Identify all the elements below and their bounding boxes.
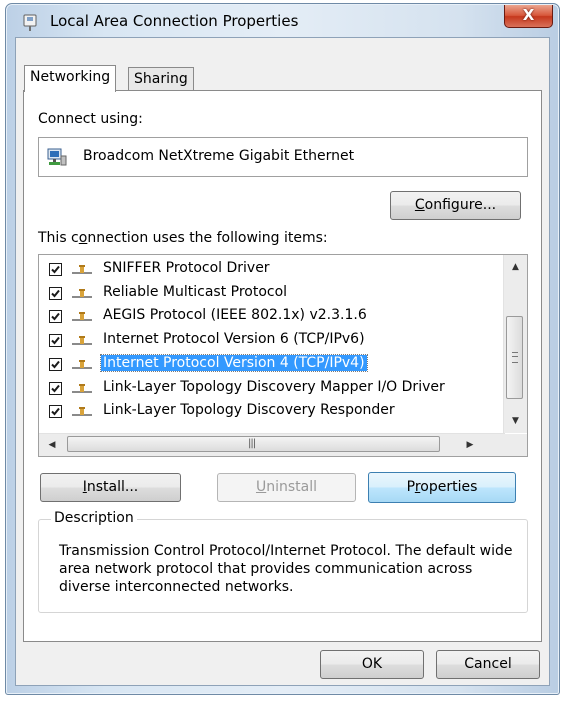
items-list[interactable]: SNIFFER Protocol Driver Reliable Multicas…: [38, 254, 528, 457]
grip-icon: |||: [248, 438, 256, 449]
grip-icon: [512, 352, 518, 363]
checkmark-icon: [51, 265, 60, 274]
protocol-icon: [72, 359, 92, 369]
scroll-up-icon[interactable]: ▲: [504, 257, 527, 277]
item-label: Internet Protocol Version 6 (TCP/IPv6): [103, 331, 365, 348]
item-checkbox[interactable]: [49, 334, 62, 348]
title-bar[interactable]: Local Area Connection Properties X: [6, 4, 559, 40]
item-checkbox[interactable]: [49, 286, 62, 300]
protocol-icon: [72, 336, 92, 346]
description-group: Description Transmission Control Protoco…: [38, 510, 528, 613]
network-connection-icon: [23, 14, 37, 31]
close-button[interactable]: X: [504, 5, 553, 28]
horizontal-scroll-thumb[interactable]: |||: [67, 436, 440, 452]
protocol-icon: [72, 312, 92, 322]
list-item[interactable]: Link-Layer Topology Discovery Responder: [39, 401, 491, 424]
button-access-key: C: [414, 197, 425, 213]
vertical-scrollbar[interactable]: ▲ ▼: [503, 255, 527, 433]
network-adapter-icon: [47, 148, 67, 166]
checkmark-icon: [51, 289, 60, 298]
list-item[interactable]: Reliable Multicast Protocol: [39, 283, 491, 306]
list-item[interactable]: Internet Protocol Version 4 (TCP/IPv4): [39, 353, 491, 377]
vertical-scroll-thumb[interactable]: [506, 316, 523, 399]
window-title: Local Area Connection Properties: [50, 12, 299, 30]
item-checkbox[interactable]: [49, 381, 62, 395]
tab-sharing[interactable]: Sharing: [128, 67, 194, 92]
protocol-icon: [72, 383, 92, 393]
list-item[interactable]: Internet Protocol Version 6 (TCP/IPv6): [39, 330, 491, 353]
item-label: Reliable Multicast Protocol: [103, 283, 288, 300]
horizontal-scrollbar[interactable]: ◀ ||| ▶: [39, 433, 505, 456]
item-label: Link-Layer Topology Discovery Mapper I/O…: [103, 378, 445, 395]
item-label: Internet Protocol Version 4 (TCP/IPv4): [100, 353, 368, 372]
scrollbar-corner: [504, 434, 527, 456]
items-label-text: This c: [38, 230, 79, 246]
adapter-field: Broadcom NetXtreme Gigabit Ethernet: [38, 137, 528, 177]
description-legend: Description: [51, 510, 137, 526]
list-item[interactable]: SNIFFER Protocol Driver: [39, 259, 491, 282]
button-access-key: U: [255, 479, 267, 495]
button-label: nstall...: [86, 479, 139, 495]
tab-label: Networking: [30, 69, 111, 85]
tab-label: Sharing: [134, 71, 188, 87]
install-button[interactable]: Install...: [40, 473, 181, 502]
item-checkbox[interactable]: [49, 263, 62, 276]
properties-window: Local Area Connection Properties X Netwo…: [5, 3, 560, 695]
uninstall-button[interactable]: Uninstall: [217, 473, 356, 502]
scroll-left-icon[interactable]: ◀: [41, 434, 63, 456]
item-checkbox[interactable]: [49, 310, 62, 324]
item-label: SNIFFER Protocol Driver: [103, 260, 270, 276]
button-label: ninstall: [266, 479, 318, 495]
items-label: This connection uses the following items…: [38, 230, 328, 246]
list-item[interactable]: AEGIS Protocol (IEEE 802.1x) v2.3.1.6: [39, 306, 491, 329]
item-checkbox[interactable]: [49, 357, 62, 371]
item-checkbox[interactable]: [49, 405, 62, 419]
protocol-icon: [72, 407, 92, 417]
button-label: onfigure...: [424, 197, 497, 213]
connect-using-label: Connect using:: [38, 111, 143, 127]
dialog-client-area: Networking Sharing Connect using: Broadc…: [15, 37, 550, 686]
scroll-down-icon[interactable]: ▼: [504, 411, 527, 431]
configure-button[interactable]: Configure...: [390, 191, 521, 220]
networking-panel: Connect using: Broadcom NetXtreme Gigabi…: [23, 90, 542, 642]
ok-button[interactable]: OK: [320, 650, 424, 679]
checkmark-icon: [51, 384, 60, 392]
item-label: Link-Layer Topology Discovery Responder: [103, 402, 395, 419]
protocol-icon: [72, 288, 92, 298]
protocol-icon: [72, 265, 92, 274]
scroll-right-icon[interactable]: ▶: [459, 434, 481, 456]
checkmark-icon: [51, 408, 60, 416]
checkmark-icon: [51, 336, 60, 345]
button-label: P: [406, 479, 415, 495]
item-label: AEGIS Protocol (IEEE 802.1x) v2.3.1.6: [103, 307, 367, 324]
button-label: operties: [420, 479, 478, 495]
checkmark-icon: [51, 360, 60, 369]
properties-button[interactable]: Properties: [368, 472, 516, 503]
items-label-text: nnection uses the following items:: [87, 230, 328, 246]
cancel-button[interactable]: Cancel: [436, 650, 540, 679]
adapter-name: Broadcom NetXtreme Gigabit Ethernet: [83, 148, 355, 164]
description-text: Transmission Control Protocol/Internet P…: [59, 543, 513, 595]
tab-networking[interactable]: Networking: [24, 65, 117, 92]
list-item[interactable]: Link-Layer Topology Discovery Mapper I/O…: [39, 378, 491, 401]
checkmark-icon: [51, 313, 60, 321]
